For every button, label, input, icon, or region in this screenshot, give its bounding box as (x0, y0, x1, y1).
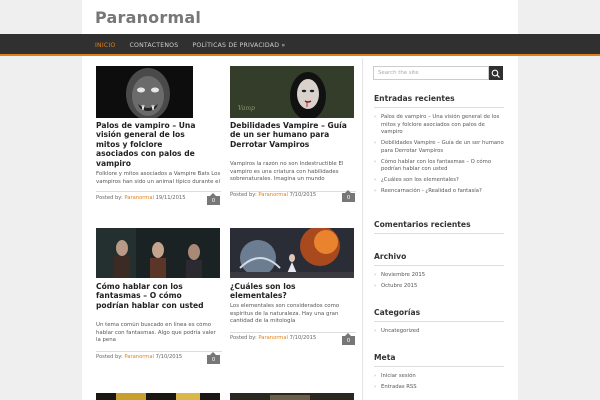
meta-link[interactable]: Iniciar sesión (374, 373, 504, 381)
comment-count-badge[interactable]: 0 (207, 352, 220, 364)
nav-item-contactenos[interactable]: CONTACTENOS (130, 42, 179, 49)
post-thumbnail-partial[interactable] (230, 389, 354, 400)
post-title[interactable]: Cómo hablar con los fantasmas – O cómo p… (96, 282, 216, 310)
post-date: 7/10/2015 (155, 354, 183, 360)
divider (374, 265, 504, 266)
widget-title-archive: Archivo (374, 252, 407, 261)
comment-count-badge[interactable]: 0 (342, 190, 355, 202)
search-button[interactable] (489, 66, 503, 80)
post-thumbnail-vampire-weakness[interactable]: Vamp (230, 66, 354, 118)
site-title[interactable]: Paranormal (95, 8, 201, 27)
divider (374, 366, 504, 367)
widget-title-categories: Categorías (374, 308, 421, 317)
nav-item-inicio[interactable]: INICIO (95, 42, 116, 49)
ghost-scene-image (96, 228, 220, 278)
widget-title-recent-posts: Entradas recientes (374, 94, 455, 103)
post-image (230, 393, 354, 400)
meta-link[interactable]: Entradas RSS (374, 384, 504, 392)
recent-posts-list: Palos de vampiro – Una visión general de… (374, 114, 504, 198)
search-icon (491, 69, 500, 78)
post-excerpt: Folklore y mitos asociados a Vampire Bat… (96, 171, 221, 185)
divider (230, 332, 356, 333)
post-title[interactable]: Debilidades Vampire – Guía de un ser hum… (230, 121, 350, 149)
post-date: 7/10/2015 (289, 192, 317, 198)
author-link[interactable]: Paranormal (124, 354, 154, 360)
post-title[interactable]: Palos de vampiro – Una visión general de… (96, 121, 196, 168)
archive-link[interactable]: Noviembre 2015 (374, 272, 504, 280)
recent-post-link[interactable]: Reencarnación - ¿Realidad o fantasía? (374, 188, 504, 196)
post-thumbnail-vampire-bats[interactable] (96, 66, 193, 118)
posted-by-label: Posted by: (230, 192, 257, 198)
recent-post-link[interactable]: Cómo hablar con los fantasmas – O cómo p… (374, 159, 504, 174)
divider (96, 191, 221, 192)
main-navbar: INICIO CONTACTENOS POLÍTICAS DE PRIVACID… (0, 34, 600, 56)
post-thumbnail-elementals[interactable] (230, 228, 354, 278)
posted-by-label: Posted by: (96, 195, 123, 201)
meta-list: Iniciar sesión Entradas RSS (374, 373, 504, 394)
post-meta: Posted by: Paranormal 7/10/2015 (230, 335, 316, 341)
comment-count-badge[interactable]: 0 (342, 333, 355, 345)
post-excerpt: Un tema común buscado en línea es cómo h… (96, 322, 216, 344)
post-meta: Posted by: Paranormal 19/11/2015 (96, 195, 186, 201)
comment-count-badge[interactable]: 0 (207, 193, 220, 205)
sidebar-divider (362, 58, 363, 400)
divider (374, 321, 504, 322)
widget-title-recent-comments: Comentarios recientes (374, 220, 471, 229)
posted-by-label: Posted by: (96, 354, 123, 360)
search-input[interactable]: Search the site (373, 66, 489, 80)
elementals-image (230, 228, 354, 278)
vampire-woman-image: Vamp (230, 66, 354, 118)
widget-title-meta: Meta (374, 353, 396, 362)
post-excerpt: Los elementales son considerados como es… (230, 303, 340, 325)
categories-list: Uncategorized (374, 328, 504, 339)
author-link[interactable]: Paranormal (258, 335, 288, 341)
archive-list: Noviembre 2015 Octubre 2015 (374, 272, 504, 293)
divider (374, 233, 504, 234)
archive-link[interactable]: Octubre 2015 (374, 283, 504, 291)
post-title[interactable]: ¿Cuáles son los elementales? (230, 282, 350, 301)
svg-text:Vamp: Vamp (238, 105, 255, 112)
post-date: 19/11/2015 (155, 195, 186, 201)
recent-post-link[interactable]: ¿Cuáles son los elementales? (374, 177, 504, 185)
divider (374, 107, 504, 108)
post-excerpt: Vampiros la razón no son Indestructible … (230, 161, 344, 183)
category-link[interactable]: Uncategorized (374, 328, 504, 336)
vampire-face-image (96, 66, 193, 118)
post-thumbnail-partial[interactable] (96, 389, 220, 400)
post-meta: Posted by: Paranormal 7/10/2015 (230, 192, 316, 198)
recent-post-link[interactable]: Palos de vampiro – Una visión general de… (374, 114, 504, 137)
divider (96, 351, 222, 352)
post-thumbnail-talk-ghosts[interactable] (96, 228, 220, 278)
post-image (96, 393, 220, 400)
author-link[interactable]: Paranormal (124, 195, 154, 201)
author-link[interactable]: Paranormal (258, 192, 288, 198)
post-date: 7/10/2015 (289, 335, 317, 341)
posted-by-label: Posted by: (230, 335, 257, 341)
recent-post-link[interactable]: Debilidades Vampire – Guía de un ser hum… (374, 140, 504, 155)
main-nav: INICIO CONTACTENOS POLÍTICAS DE PRIVACID… (95, 34, 299, 56)
nav-item-politicas[interactable]: POLÍTICAS DE PRIVACIDAD » (192, 42, 285, 49)
post-meta: Posted by: Paranormal 7/10/2015 (96, 354, 182, 360)
